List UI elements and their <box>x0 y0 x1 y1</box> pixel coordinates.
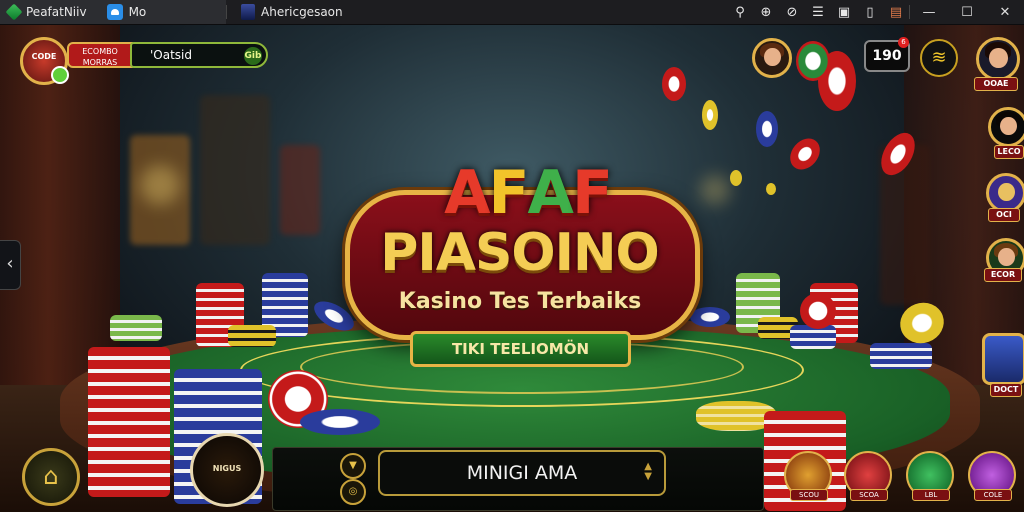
game-logo-title: PIASOINO <box>380 223 659 283</box>
minimize-button[interactable]: — <box>910 0 948 24</box>
chip-stack-blue-right2 <box>870 343 932 369</box>
game-mode-selector[interactable]: MINIGI AMA ▲ ▼ <box>378 450 666 496</box>
side-label: ECOR <box>984 268 1022 282</box>
flying-chip <box>662 67 686 101</box>
tab-title-game: Ahericgesaon <box>261 5 343 19</box>
add-balance-button[interactable]: Gib <box>244 47 262 65</box>
background-slot-machine <box>280 145 320 235</box>
chip-blue <box>300 409 380 435</box>
notification-badge: 6 <box>898 37 909 48</box>
wifi-icon[interactable]: ≋ <box>920 39 958 77</box>
chip-stack-red-large <box>88 347 170 497</box>
app-favicon-icon <box>5 3 23 21</box>
pet-label: LBL <box>912 489 950 501</box>
home-icon[interactable]: ⌂ <box>22 448 80 506</box>
screenshot-icon[interactable]: ▣ <box>831 0 857 24</box>
collect-button[interactable]: COLE <box>968 451 1016 501</box>
avatar-face <box>988 47 1008 69</box>
chip-red-right <box>800 293 836 329</box>
avatar[interactable] <box>752 38 792 78</box>
zoom-icon[interactable]: ⊕ <box>753 0 779 24</box>
game-mode-label: MINIGI AMA <box>466 462 578 484</box>
player-name-line2: MORRAS <box>82 58 118 67</box>
keyboard-icon[interactable]: ▤ <box>883 0 909 24</box>
collect-label: COLE <box>974 489 1012 501</box>
window-title-bar: PeafatNiiv Mo Ahericgesaon ⚲ ⊕ ⊘ ☰ ▣ ▯ ▤… <box>0 0 1024 25</box>
flying-chip <box>784 132 826 176</box>
side-label: DOCT <box>990 383 1022 397</box>
side-label: LECO <box>994 145 1024 159</box>
club-emblem[interactable]: NIGUS <box>190 433 264 507</box>
side-label: OCI <box>988 208 1020 222</box>
background-light <box>700 175 730 205</box>
shop-button[interactable]: SCOU <box>784 451 832 501</box>
settings-icon[interactable]: ☰ <box>805 0 831 24</box>
avatar-face <box>997 247 1015 267</box>
background-slot-machine <box>200 95 270 245</box>
avatar-face <box>763 47 781 67</box>
avatar-face <box>999 116 1017 136</box>
chat-favicon-icon <box>106 4 123 20</box>
game-favicon-icon <box>241 4 255 20</box>
record-icon[interactable]: ▯ <box>857 0 883 24</box>
side-game-icon[interactable] <box>982 333 1024 385</box>
background-light <box>140 165 180 205</box>
gift-button[interactable]: SCOA <box>844 451 892 501</box>
edit-icon[interactable]: ⊘ <box>779 0 805 24</box>
logo-top-text: AFAF <box>444 158 613 228</box>
tab-title-secondary: Mo <box>128 5 147 19</box>
chevron-up-down-icon: ▲ ▼ <box>644 461 652 482</box>
flying-chip <box>766 183 776 195</box>
flying-chip <box>756 111 778 147</box>
side-avatar[interactable] <box>988 107 1024 147</box>
title-bar-controls: ⚲ ⊕ ⊘ ☰ ▣ ▯ ▤ — ☐ ✕ <box>727 0 1024 24</box>
shield-icon[interactable]: ▼ <box>340 453 366 479</box>
balance-display[interactable]: 'Oatsid Gib <box>130 42 268 68</box>
logo-ribbon: TIKI TEELIOMÖN <box>410 331 631 367</box>
pet-button[interactable]: LBL <box>906 451 954 501</box>
logo-subtitle: Kasino Tes Terbaiks <box>398 289 642 314</box>
player-name-plate[interactable]: ECOMBO MORRAS <box>67 42 133 68</box>
avatar-face <box>997 182 1015 202</box>
search-icon[interactable]: ⚲ <box>727 0 753 24</box>
side-avatar[interactable] <box>986 173 1024 213</box>
side-label: OOAE <box>974 77 1018 91</box>
browser-tab-active[interactable]: PeafatNiiv Mo <box>0 0 226 24</box>
flying-chip <box>702 100 718 130</box>
chip-stack-yellow <box>228 325 276 347</box>
maximize-button[interactable]: ☐ <box>948 0 986 24</box>
tab-divider <box>226 5 227 19</box>
chip-stack-green <box>110 315 162 341</box>
balance-value: 'Oatsid <box>150 48 193 62</box>
flying-chip <box>730 170 742 186</box>
chevron-left-icon[interactable]: ‹ <box>0 240 21 290</box>
online-status-icon <box>51 66 69 84</box>
shop-label: SCOU <box>790 489 828 501</box>
coin-icon[interactable]: ◎ <box>340 479 366 505</box>
level-badge-text: CODE <box>31 52 57 61</box>
level-badge[interactable]: CODE <box>20 37 69 85</box>
player-name-line1: ECOMBO <box>82 47 118 56</box>
chips-icon[interactable] <box>796 41 830 81</box>
close-button[interactable]: ✕ <box>986 0 1024 24</box>
browser-tab[interactable]: Ahericgesaon <box>233 0 351 24</box>
tab-title: PeafatNiiv <box>26 5 87 19</box>
gift-label: SCOA <box>850 489 888 501</box>
game-canvas[interactable]: AFAF PIASOINO Kasino Tes Terbaiks TIKI T… <box>0 25 1024 512</box>
chip-stack-blue-right <box>790 325 836 349</box>
side-avatar[interactable] <box>976 37 1020 81</box>
chip-blue-right <box>690 307 730 327</box>
